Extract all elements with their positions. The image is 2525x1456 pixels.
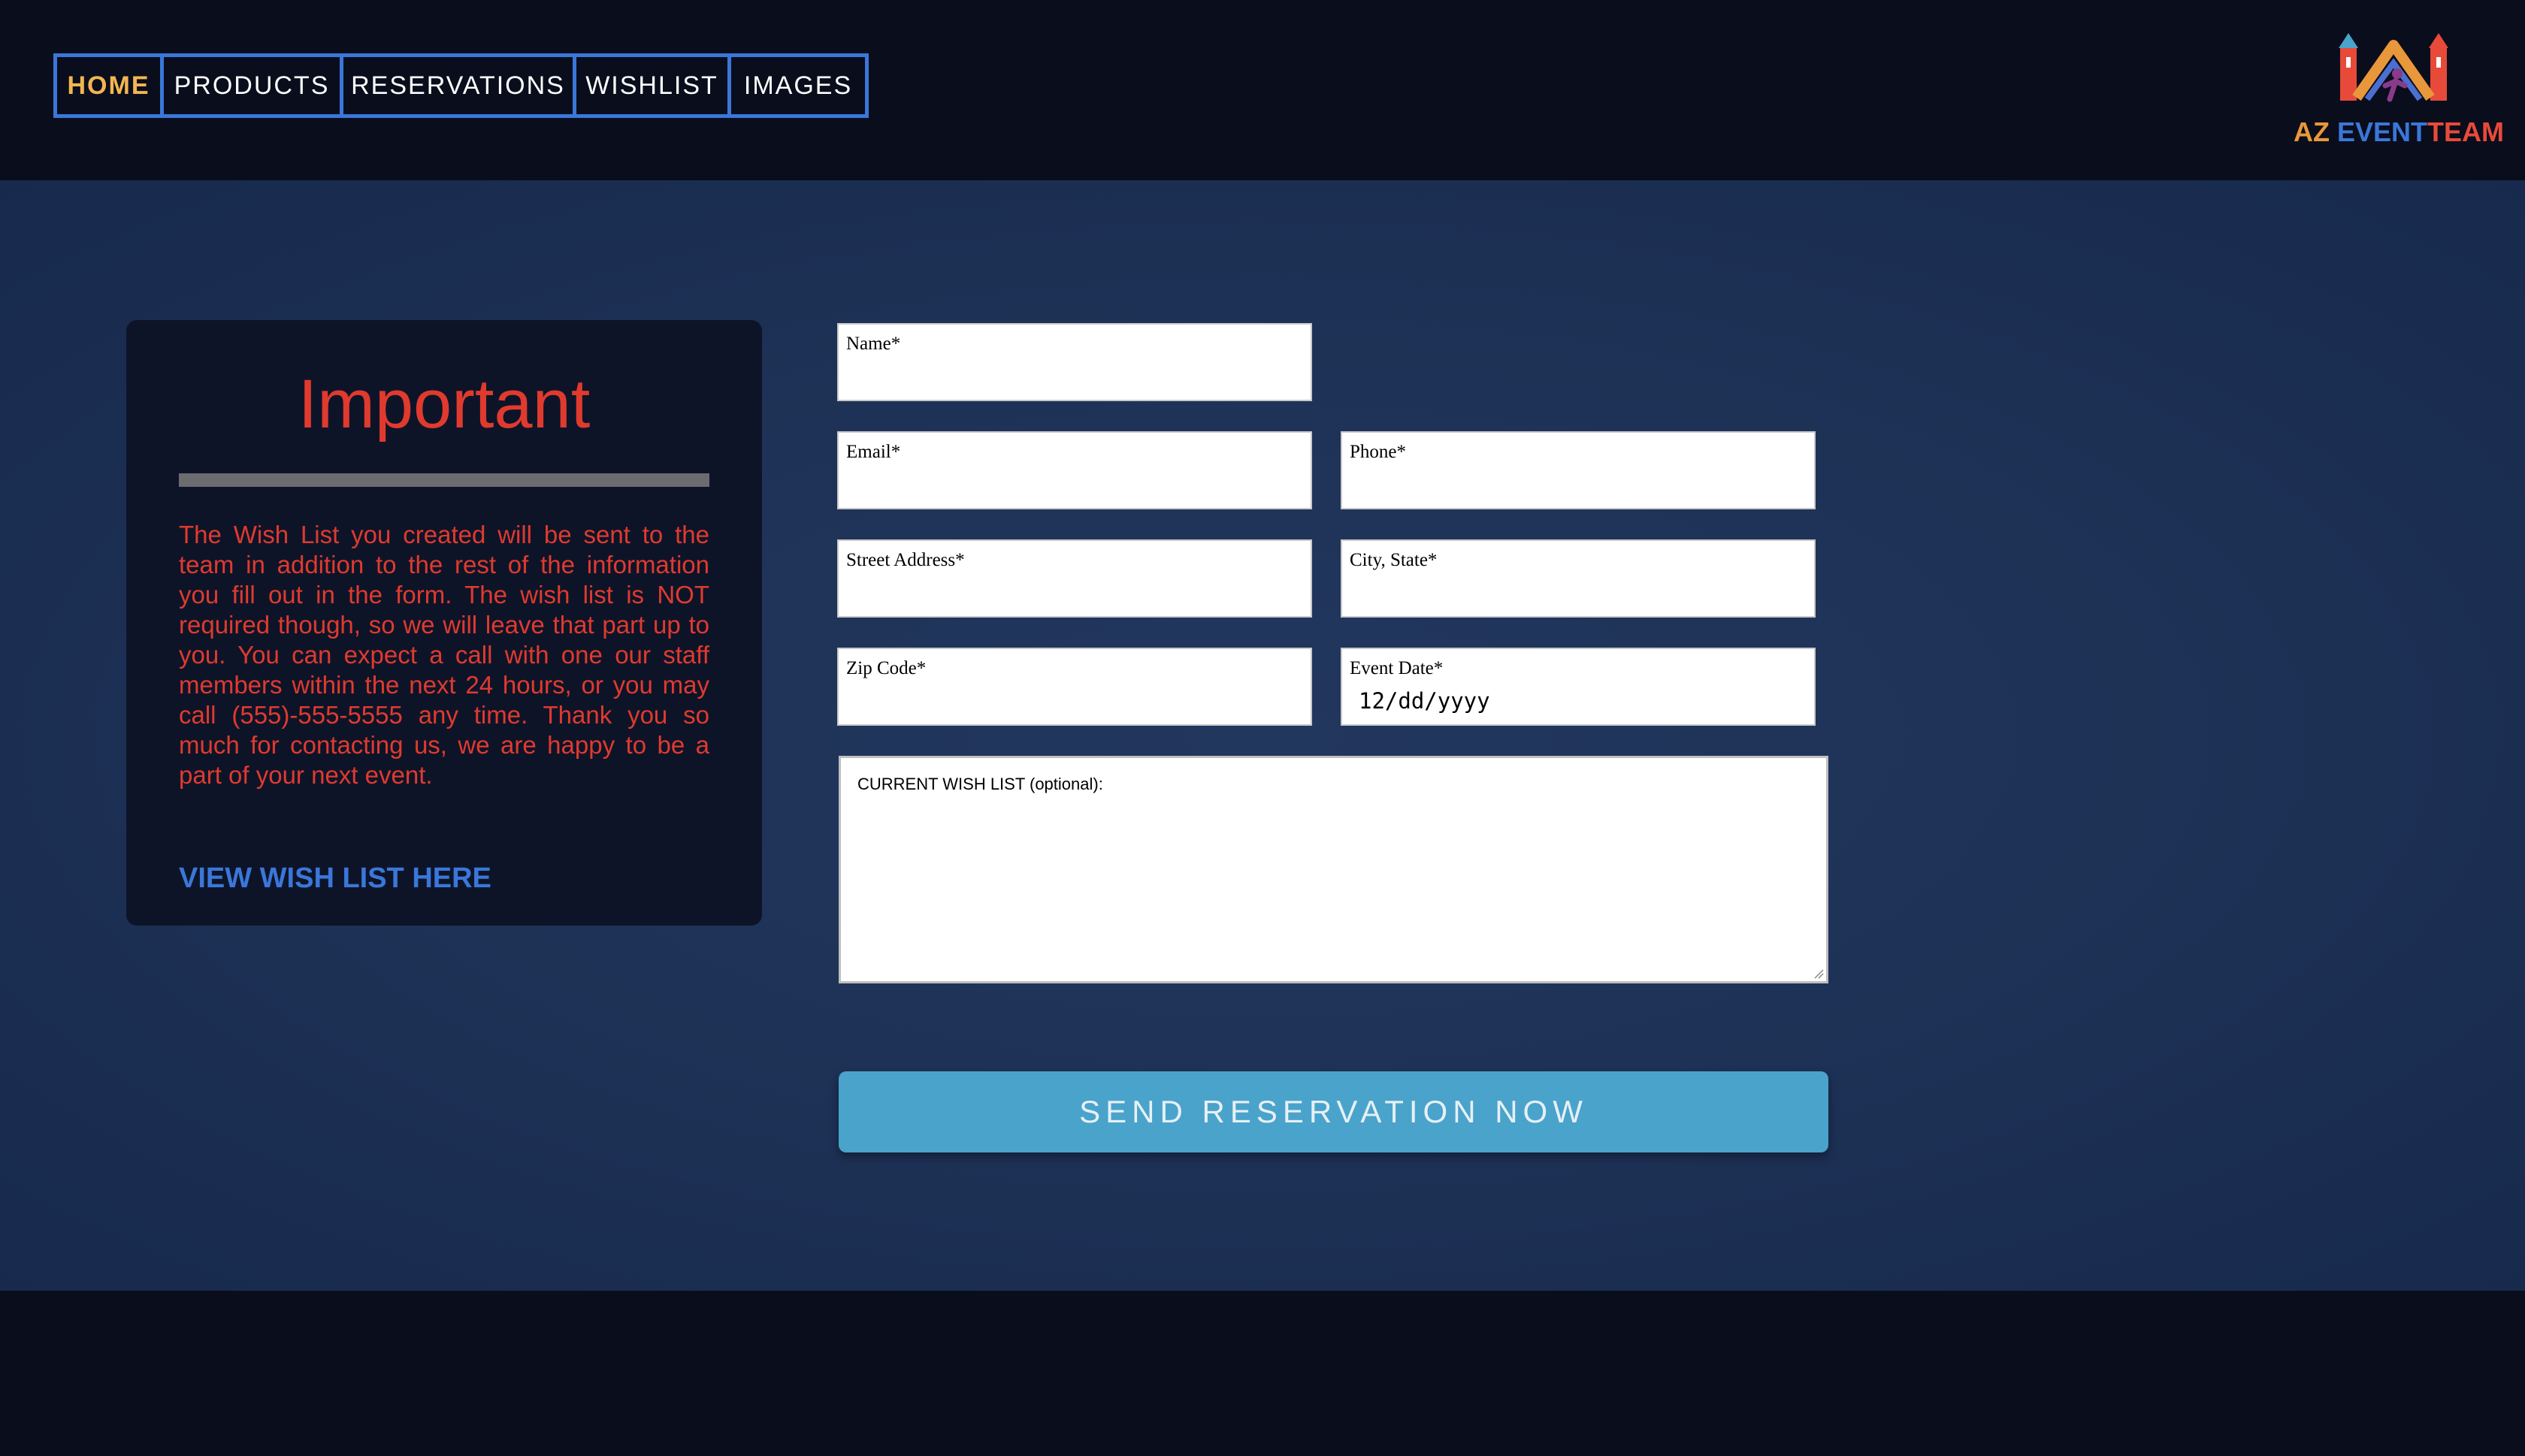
send-reservation-button[interactable]: SEND RESERVATION NOW xyxy=(839,1071,1828,1152)
logo-text-event: EVENT xyxy=(2337,116,2428,147)
street-address-field[interactable]: Street Address* xyxy=(837,539,1312,618)
street-address-field-label: Street Address* xyxy=(846,550,965,570)
main-nav: HOME PRODUCTS RESERVATIONS WISHLIST IMAG… xyxy=(53,53,869,118)
important-info-panel: Important The Wish List you created will… xyxy=(126,320,762,926)
nav-item-products[interactable]: PRODUCTS xyxy=(160,53,343,118)
name-field[interactable]: Name* xyxy=(837,323,1312,401)
site-logo[interactable]: AZ EVENTTEAM xyxy=(2285,30,2504,150)
logo-text-az: AZ xyxy=(2294,116,2330,147)
resize-handle-icon[interactable] xyxy=(1813,968,1824,979)
city-state-field-label: City, State* xyxy=(1350,550,1438,570)
reservation-section: Important The Wish List you created will… xyxy=(0,180,2525,1291)
nav-item-images[interactable]: IMAGES xyxy=(727,53,869,118)
bounce-house-logo-icon xyxy=(2339,33,2448,102)
nav-item-home[interactable]: HOME xyxy=(53,53,164,118)
wishlist-textarea-label: CURRENT WISH LIST (optional): xyxy=(857,775,1103,793)
email-field-label: Email* xyxy=(846,442,901,462)
logo-text-team: TEAM xyxy=(2427,116,2505,147)
info-text: The Wish List you created will be sent t… xyxy=(179,521,709,789)
site-footer xyxy=(0,1291,2525,1456)
logo-text: AZ EVENTTEAM xyxy=(2294,116,2504,148)
phone-field-label: Phone* xyxy=(1350,442,1406,462)
event-date-field-label: Event Date* xyxy=(1350,658,1444,678)
event-date-field[interactable]: Event Date* 12/dd/yyyy xyxy=(1341,648,1816,726)
zip-code-field[interactable]: Zip Code* xyxy=(837,648,1312,726)
zip-code-field-label: Zip Code* xyxy=(846,658,927,678)
view-wishlist-link[interactable]: VIEW WISH LIST HERE xyxy=(179,862,491,895)
nav-item-wishlist[interactable]: WISHLIST xyxy=(573,53,731,118)
email-field[interactable]: Email* xyxy=(837,431,1312,509)
site-header: HOME PRODUCTS RESERVATIONS WISHLIST IMAG… xyxy=(0,0,2525,180)
phone-field[interactable]: Phone* xyxy=(1341,431,1816,509)
nav-item-reservations[interactable]: RESERVATIONS xyxy=(340,53,576,118)
info-divider xyxy=(179,473,709,487)
info-title: Important xyxy=(298,366,591,443)
city-state-field[interactable]: City, State* xyxy=(1341,539,1816,618)
name-field-label: Name* xyxy=(846,334,901,354)
wishlist-textarea[interactable]: CURRENT WISH LIST (optional): xyxy=(839,756,1828,983)
event-date-value: 12/dd/yyyy xyxy=(1359,688,1490,714)
